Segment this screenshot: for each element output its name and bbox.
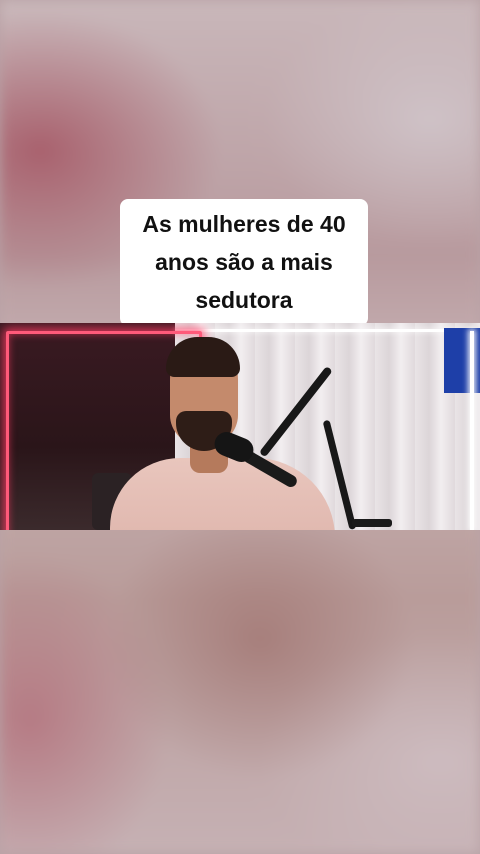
caption-line-3: sedutora <box>195 287 293 313</box>
mic-stand-base <box>352 519 392 527</box>
blue-panel <box>444 328 480 393</box>
white-neon-light <box>175 329 475 332</box>
video-screen[interactable]: As mulheres de 40 anos são a mais seduto… <box>0 0 480 854</box>
caption-line-2: anos são a mais <box>155 249 333 275</box>
right-neon-light <box>470 331 474 530</box>
video-frame[interactable] <box>0 323 480 530</box>
caption-line-1: As mulheres de 40 <box>142 211 346 237</box>
caption-box: As mulheres de 40 anos são a mais seduto… <box>120 199 368 326</box>
